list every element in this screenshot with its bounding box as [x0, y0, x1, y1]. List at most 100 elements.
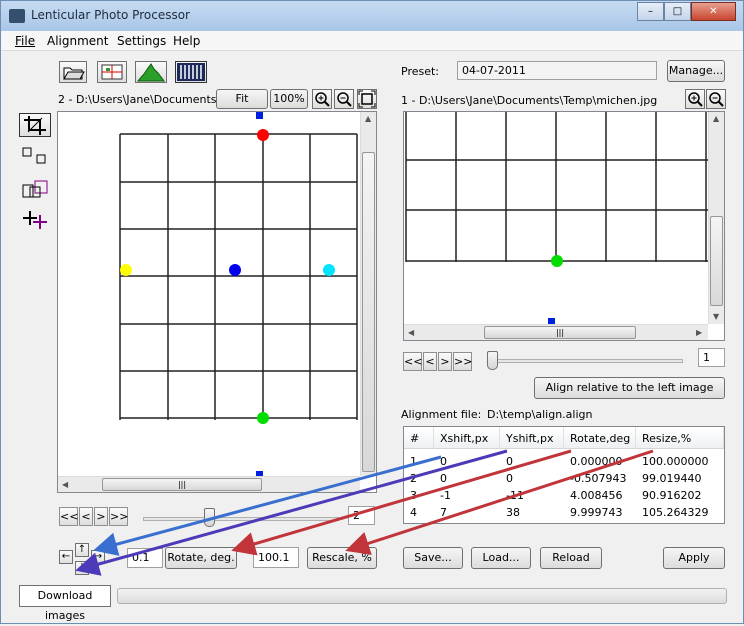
- load-button[interactable]: Load...: [471, 547, 531, 569]
- left-frame-slider-track[interactable]: [143, 517, 339, 521]
- scroll-left-arrow[interactable]: ◀: [62, 480, 68, 489]
- left-zoom-in-button[interactable]: [312, 89, 332, 109]
- left-frame-value[interactable]: 2: [348, 506, 375, 525]
- right-zoom-out-button[interactable]: [706, 89, 726, 109]
- cyan-marker[interactable]: [323, 264, 335, 276]
- left-first-button[interactable]: <<: [59, 507, 78, 526]
- table-cell[interactable]: 0: [500, 455, 564, 472]
- table-cell[interactable]: 38: [500, 506, 564, 523]
- left-vertical-scrollbar[interactable]: ▲: [360, 112, 376, 476]
- col-header-xshift[interactable]: Xshift,px: [434, 427, 500, 449]
- download-images-button[interactable]: Download images: [19, 585, 111, 622]
- right-hscroll-thumb[interactable]: |||: [484, 326, 636, 339]
- scroll-right-arrow[interactable]: ▶: [696, 328, 702, 337]
- rescale-button[interactable]: Rescale, %: [307, 547, 377, 569]
- table-cell[interactable]: 90.916202: [636, 489, 724, 506]
- left-image-panel[interactable]: ▲ ◀ |||: [57, 111, 377, 493]
- right-prev-button[interactable]: <: [423, 352, 437, 371]
- shift-up-button[interactable]: ↑: [75, 543, 89, 557]
- manage-button[interactable]: Manage...: [667, 60, 725, 82]
- left-last-button[interactable]: >>: [109, 507, 128, 526]
- scroll-up-arrow[interactable]: ▲: [365, 114, 371, 123]
- shift-right-button[interactable]: →: [91, 550, 105, 564]
- red-marker[interactable]: [257, 129, 269, 141]
- histogram-button[interactable]: [135, 61, 167, 83]
- rotate-value-field[interactable]: 0.1: [127, 548, 163, 568]
- menu-file[interactable]: File: [15, 34, 35, 48]
- left-vscroll-thumb[interactable]: [362, 152, 375, 472]
- right-horizontal-scrollbar[interactable]: ◀ ||| ▶: [404, 324, 708, 340]
- shift-left-button[interactable]: ←: [59, 550, 73, 564]
- crosshair-tool[interactable]: [21, 209, 51, 231]
- move-squares-tool[interactable]: [21, 146, 49, 166]
- col-header-resize[interactable]: Resize,%: [636, 427, 724, 449]
- left-zoom-out-button[interactable]: [334, 89, 354, 109]
- table-cell[interactable]: 2: [404, 472, 434, 489]
- film-strip-button[interactable]: [175, 61, 207, 83]
- yellow-marker[interactable]: [120, 264, 132, 276]
- right-vscroll-thumb[interactable]: [710, 216, 723, 306]
- left-horizontal-scrollbar[interactable]: ◀ |||: [58, 476, 360, 492]
- zoom-100-button[interactable]: 100%: [270, 89, 308, 109]
- table-cell[interactable]: -1: [434, 489, 500, 506]
- table-cell[interactable]: 1: [404, 455, 434, 472]
- minimize-button[interactable]: –: [637, 2, 664, 21]
- right-frame-value[interactable]: 1: [698, 348, 725, 367]
- fit-image-button[interactable]: Fit image: [216, 89, 268, 123]
- alignment-table[interactable]: # Xshift,px Yshift,px Rotate,deg Resize,…: [403, 426, 725, 524]
- shift-down-button[interactable]: ↓: [75, 561, 89, 575]
- right-last-button[interactable]: >>: [453, 352, 472, 371]
- right-vertical-scrollbar[interactable]: ▲ ▼: [708, 112, 724, 324]
- open-folder-button[interactable]: [59, 61, 87, 83]
- menu-help[interactable]: Help: [173, 34, 200, 48]
- reload-button[interactable]: Reload: [540, 547, 602, 569]
- right-next-button[interactable]: >: [438, 352, 452, 371]
- table-cell[interactable]: 0.000000: [564, 455, 636, 472]
- right-frame-slider-knob[interactable]: [487, 351, 498, 370]
- table-cell[interactable]: -11: [500, 489, 564, 506]
- crop-tool-button[interactable]: [19, 113, 51, 137]
- table-cell[interactable]: 0: [500, 472, 564, 489]
- table-cell[interactable]: 0: [434, 472, 500, 489]
- table-cell[interactable]: 7: [434, 506, 500, 523]
- fit-frame-button[interactable]: [357, 89, 377, 109]
- scroll-down-arrow[interactable]: ▼: [713, 312, 719, 321]
- align-left-button[interactable]: Align relative to the left image: [534, 377, 725, 399]
- rescale-value-field[interactable]: 100.1: [253, 547, 299, 568]
- green-marker[interactable]: [257, 412, 269, 424]
- resize-tool[interactable]: [21, 179, 51, 201]
- table-cell[interactable]: 4: [404, 506, 434, 523]
- right-image-panel[interactable]: ▲ ▼ ◀ ||| ▶: [403, 111, 725, 341]
- table-cell[interactable]: 9.999743: [564, 506, 636, 523]
- right-zoom-in-button[interactable]: [685, 89, 705, 109]
- col-header-index[interactable]: #: [404, 427, 434, 449]
- table-cell[interactable]: 4.008456: [564, 489, 636, 506]
- scroll-left-arrow[interactable]: ◀: [408, 328, 414, 337]
- crosshair-image-button[interactable]: [97, 61, 127, 83]
- menu-settings[interactable]: Settings: [117, 34, 166, 48]
- table-cell[interactable]: 105.264329: [636, 506, 724, 523]
- preset-field[interactable]: 04-07-2011: [457, 61, 657, 80]
- col-header-rotate[interactable]: Rotate,deg: [564, 427, 636, 449]
- left-prev-button[interactable]: <: [79, 507, 93, 526]
- rotate-button[interactable]: Rotate, deg.: [165, 547, 237, 569]
- close-button[interactable]: ✕: [691, 2, 736, 21]
- maximize-button[interactable]: □: [664, 2, 691, 21]
- left-hscroll-thumb[interactable]: |||: [102, 478, 262, 491]
- right-frame-slider-track[interactable]: [487, 359, 683, 363]
- table-cell[interactable]: 3: [404, 489, 434, 506]
- save-button[interactable]: Save...: [403, 547, 463, 569]
- right-first-button[interactable]: <<: [403, 352, 422, 371]
- right-green-marker[interactable]: [551, 255, 563, 267]
- apply-button[interactable]: Apply: [663, 547, 725, 569]
- menu-alignment[interactable]: Alignment: [47, 34, 108, 48]
- table-cell[interactable]: 99.019440: [636, 472, 724, 489]
- blue-marker[interactable]: [229, 264, 241, 276]
- table-cell[interactable]: 100.000000: [636, 455, 724, 472]
- table-cell[interactable]: 0: [434, 455, 500, 472]
- scroll-up-arrow[interactable]: ▲: [713, 114, 719, 123]
- col-header-yshift[interactable]: Yshift,px: [500, 427, 564, 449]
- table-cell[interactable]: -0.507943: [564, 472, 636, 489]
- left-frame-slider-knob[interactable]: [204, 508, 215, 527]
- left-next-button[interactable]: >: [94, 507, 108, 526]
